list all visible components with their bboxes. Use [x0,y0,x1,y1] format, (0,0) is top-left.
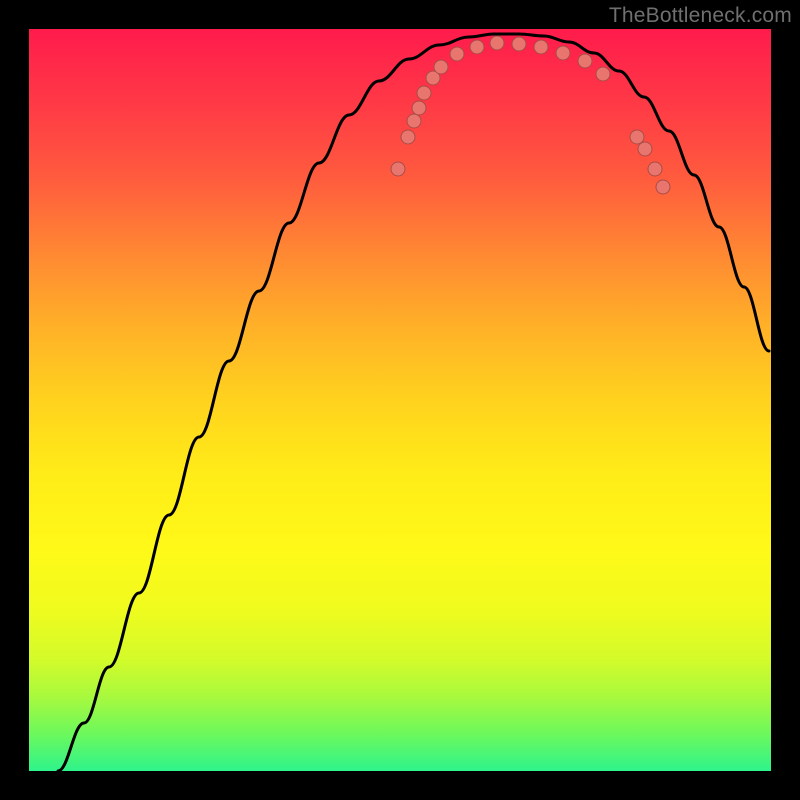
chart-plot-area [29,29,771,771]
watermark-text: TheBottleneck.com [609,4,792,28]
data-marker [656,180,670,194]
data-marker [578,54,592,68]
bottleneck-curve [58,34,769,771]
data-marker [391,162,405,176]
data-marker [434,60,448,74]
data-marker [407,114,421,128]
data-marker [512,37,526,51]
data-marker [638,142,652,156]
data-marker [401,130,415,144]
data-markers [391,36,670,194]
data-marker [648,162,662,176]
data-marker [630,130,644,144]
data-marker [490,36,504,50]
data-marker [412,101,426,115]
data-marker [596,67,610,81]
data-marker [417,86,431,100]
data-marker [534,40,548,54]
data-marker [556,46,570,60]
bottleneck-curve-svg [29,29,771,771]
data-marker [470,40,484,54]
data-marker [450,47,464,61]
chart-frame: TheBottleneck.com [0,0,800,800]
